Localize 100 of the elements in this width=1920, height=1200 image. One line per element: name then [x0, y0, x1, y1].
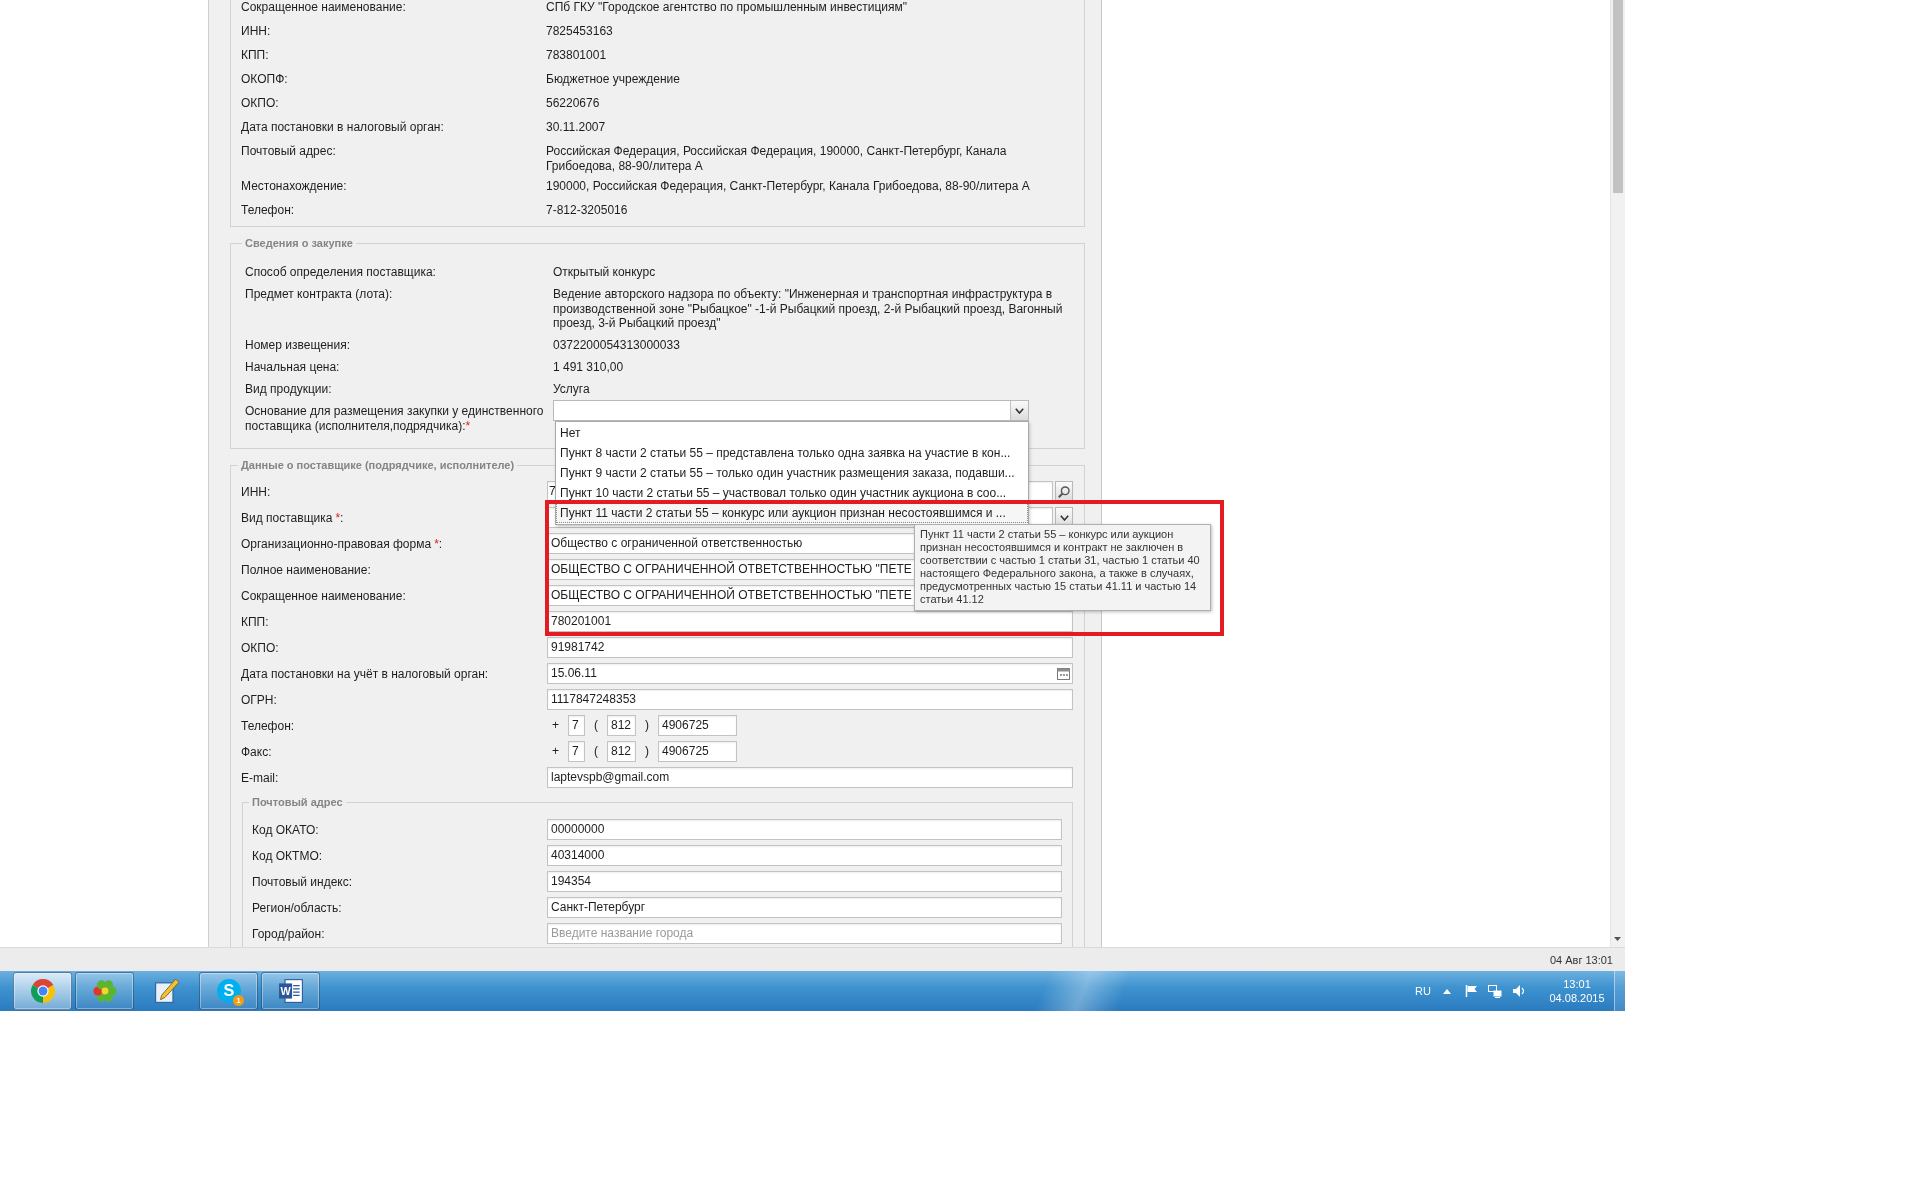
down-triangle-icon[interactable] [1614, 937, 1621, 941]
field-label: ОКПО: [241, 640, 280, 655]
date-field[interactable]: 15.06.11 [547, 663, 1073, 684]
field-value: 56220676 [546, 96, 601, 112]
show-desktop-button[interactable] [1614, 971, 1625, 1011]
date-time-text: 04 Авг 13:01 [1549, 953, 1613, 966]
dropdown-option[interactable]: Пункт 9 части 2 статьи 55 – только один участник размещения заказа, подавши... [556, 463, 1028, 483]
dropdown-option[interactable]: Пункт 8 части 2 статьи 55 – представлена только одна заявка на участие в кон... [556, 443, 1028, 463]
phone-separator: + [552, 718, 559, 733]
field-value: Ведение авторского надзора по объекту: "Инженерная и транспортная инфраструктура в производственной зоне "Рыбацкое" -1-й Рыбацкий проезд, 2-й Рыбацкий проезд, Вагонный проезд, 3-й Рыбацкий проезд" [553, 287, 1064, 331]
field-value: Открытый конкурс [553, 265, 657, 280]
field-value: 7825453163 [546, 24, 614, 40]
field-label: КПП: [241, 614, 270, 629]
taskbar-button[interactable] [13, 972, 72, 1010]
section-title: Сведения о закупке [244, 236, 354, 250]
speaker-icon[interactable] [1513, 985, 1526, 997]
search-icon [1058, 485, 1070, 498]
dropdown-option[interactable]: Пункт 10 части 2 статьи 55 – участвовал только один участник аукциона в соо... [556, 483, 1028, 503]
notification-badge: 1 [233, 995, 244, 1006]
language-indicator[interactable]: RU [1415, 985, 1431, 997]
text-field[interactable]: 40314000 [547, 845, 1062, 866]
up-triangle-icon[interactable] [1443, 988, 1451, 994]
dropdown-field[interactable] [553, 400, 1029, 421]
taskbar-button[interactable] [75, 972, 134, 1010]
dropdown-option[interactable]: Пункт 11 части 2 статьи 55 – конкурс или аукцион признан несостоявшимся и ... [556, 503, 1028, 523]
field-label: Местонахождение: [241, 179, 348, 195]
taskbar-button[interactable]: W [261, 972, 320, 1010]
phone-separator: ) [645, 744, 649, 759]
phone-separator: + [552, 744, 559, 759]
field-label: ОКПО: [241, 96, 280, 112]
text-field[interactable]: laptevspb@gmail.com [547, 767, 1073, 788]
field-value: 30.11.2007 [546, 120, 607, 136]
field-label: Способ определения поставщика: [245, 265, 437, 280]
field-value: Услуга [553, 382, 591, 397]
field-label: ОГРН: [241, 692, 278, 707]
field-label: Код ОКТМО: [252, 848, 324, 863]
field-label: Основание для размещения закупки у единственного поставщика (исполнителя,подрядчика):* [245, 404, 545, 433]
text-field[interactable]: 4906725 [658, 715, 737, 736]
field-label: Почтовый индекс: [252, 874, 354, 889]
field-value: Российская Федерация, Российская Федерация, 190000, Санкт-Петербург, Канала Грибоедова, 88-90/литера А [546, 144, 1008, 174]
field-label: Телефон: [241, 203, 296, 219]
field-value: Бюджетное учреждение [546, 72, 681, 88]
text-field[interactable]: 194354 [547, 871, 1062, 892]
scrollbar-thumb[interactable] [1613, 0, 1623, 193]
field-label: Код ОКАТО: [252, 822, 320, 837]
phone-separator: ( [594, 718, 598, 733]
text-field[interactable]: Санкт-Петербург [547, 897, 1062, 918]
field-value: 0372200054313000033 [553, 338, 681, 353]
field-label: Факс: [241, 744, 273, 759]
field-label: ОКОПФ: [241, 72, 289, 88]
caret-icon [1059, 514, 1069, 521]
text-field[interactable]: 780201001 [547, 611, 1073, 632]
text-field[interactable]: 812 [607, 715, 636, 736]
calendar-icon[interactable] [1057, 667, 1070, 680]
field-label: Вид продукции: [245, 382, 333, 397]
field-label: Дата постановки в налоговый орган: [241, 120, 445, 136]
section-title: Почтовый адрес [251, 795, 344, 809]
field-label: ИНН: [241, 484, 272, 499]
field-label: Полное наименование: [241, 562, 372, 577]
field-label: Сокращенное наименование: [241, 0, 407, 16]
field-label: Вид поставщика *: [241, 510, 345, 525]
text-field[interactable]: 7 [568, 741, 585, 762]
field-label: Город/район: [252, 926, 326, 941]
flag-icon[interactable] [1465, 985, 1477, 997]
text-field[interactable]: 91981742 [547, 637, 1073, 658]
phone-separator: ( [594, 744, 598, 759]
caret-icon [1015, 407, 1024, 414]
field-label: КПП: [241, 48, 270, 64]
tooltip: Пункт 11 части 2 статьи 55 – конкурс или аукцион признан несостоявшимся и контракт не заключен в соответствии с частью 1 статьи 31, частью 1 статьи 40 настоящего Федерального закона, а также в случаях, предусмотренных частью 15 статьи 41.11 и частью 14 статьи 41.12 [914, 524, 1211, 611]
search-button[interactable] [1055, 481, 1073, 502]
field-value: 783801001 [546, 48, 608, 64]
field-label: Дата постановки на учёт в налоговый орган: [241, 666, 490, 681]
taskbar-clock[interactable]: 13:01 04.08.2015 [1546, 977, 1608, 1005]
field-label: Предмет контракта (лота): [245, 287, 394, 302]
section-title: Данные о поставщике (подрядчике, исполнителе) [240, 458, 516, 472]
field-value: 7-812-3205016 [546, 203, 629, 219]
field-label: E-mail: [241, 770, 280, 785]
field-label: Регион/область: [252, 900, 343, 915]
text-field[interactable]: 7 [568, 715, 585, 736]
text-field[interactable]: 812 [607, 741, 636, 762]
field-label: Начальная цена: [245, 360, 341, 375]
text-field[interactable]: 1117847248353 [547, 689, 1073, 710]
dropdown-option[interactable]: Нет [556, 423, 1028, 443]
field-label: Организационно-правовая форма *: [241, 536, 444, 551]
pencil-icon [153, 978, 180, 1004]
field-value: СПб ГКУ "Городское агентство по промышленным инвестициям" [546, 0, 909, 16]
field-label: Номер извещения: [245, 338, 351, 353]
flower-icon [91, 978, 118, 1004]
scrollbar[interactable] [1610, 0, 1625, 947]
field-value: 190000, Российская Федерация, Санкт-Петербург, Канала Грибоедова, 88-90/литера А [546, 179, 1031, 195]
network-icon[interactable] [1488, 984, 1502, 998]
dropdown-button[interactable] [1010, 401, 1028, 420]
field-value: 1 491 310,00 [553, 360, 625, 375]
field-label: Сокращенное наименование: [241, 588, 407, 603]
color-wheel-icon [29, 978, 56, 1004]
text-field[interactable]: 4906725 [658, 741, 737, 762]
text-field[interactable]: 00000000 [547, 819, 1062, 840]
phone-separator: ) [645, 718, 649, 733]
field-label: Телефон: [241, 718, 296, 733]
field-label: ИНН: [241, 24, 272, 40]
